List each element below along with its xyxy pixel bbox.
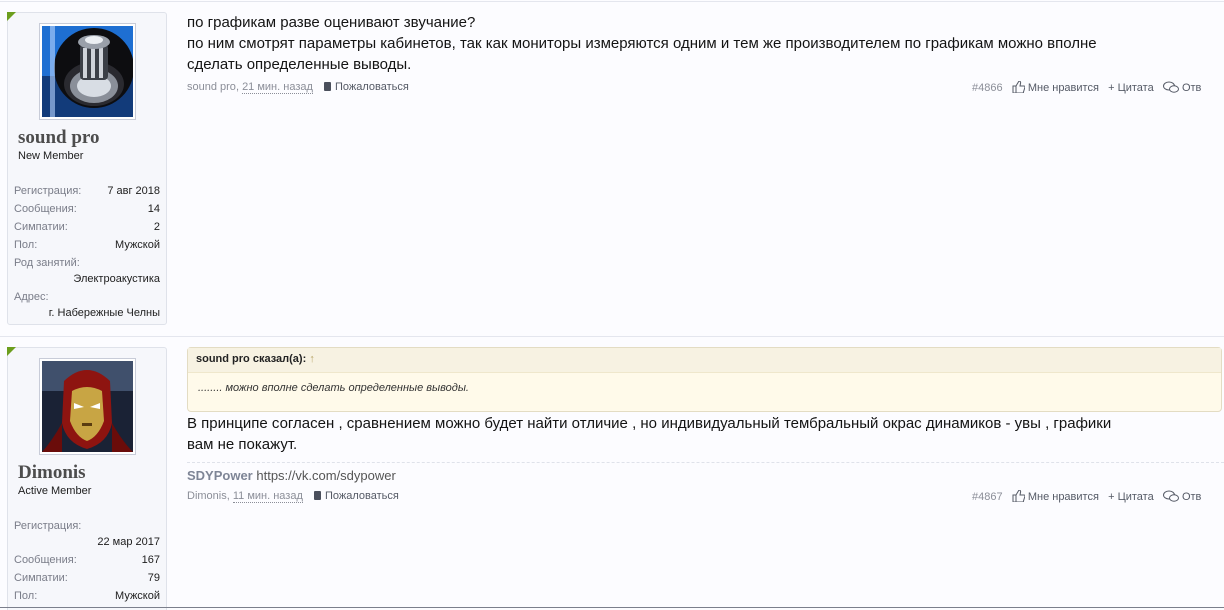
reply-button[interactable]: Отв (1162, 490, 1202, 503)
post-number-link[interactable]: #4867 (972, 491, 1003, 503)
signature-link[interactable]: https://vk.com/sdypower (256, 468, 395, 483)
stat-label: Симпатии: (14, 221, 68, 233)
username[interactable]: sound pro (18, 127, 100, 149)
signature-divider (187, 462, 1224, 463)
stat-address-label: Адрес: (14, 288, 160, 304)
stat-registration-value: 22 мар 2017 (97, 536, 160, 548)
report-link[interactable]: Пожаловаться (313, 490, 399, 502)
stat-value: 2 (153, 221, 160, 233)
stat-label: Пол: (14, 590, 38, 602)
stat-value: 7 авг 2018 (107, 185, 160, 197)
user-info-panel: Dimonis Active Member Регистрация: 22 ма… (7, 347, 167, 610)
stat-messages: Сообщения: 167 (14, 551, 160, 569)
online-indicator (7, 347, 16, 356)
user-info-panel: sound pro New Member Регистрация: 7 авг … (7, 12, 167, 325)
avatar[interactable] (39, 358, 136, 455)
post-meta: sound pro, 21 мин. назад Пожаловаться #4… (187, 80, 1202, 94)
message-line: сделать определенные выводы. (187, 56, 412, 73)
iron-man-avatar-icon (42, 361, 133, 452)
message-line: вам не покажут. (187, 436, 298, 453)
speech-bubbles-icon (1162, 490, 1179, 502)
stat-value[interactable]: 167 (142, 551, 160, 569)
quote-header: sound pro сказал(а): ↑ (188, 348, 1221, 373)
username[interactable]: Dimonis (18, 462, 86, 484)
stat-gender: Пол: Мужской (14, 236, 160, 254)
stat-label: Сообщения: (14, 203, 77, 215)
quote-author: sound pro сказал(а): (196, 353, 307, 365)
stat-likes: Симпатии: 2 (14, 218, 160, 236)
stat-address-value: г. Набережные Челны (48, 307, 160, 319)
stat-label: Род занятий: (14, 257, 80, 269)
avatar[interactable] (39, 23, 136, 120)
user-stats: Регистрация: 7 авг 2018 Сообщения: 14 Си… (14, 182, 160, 322)
report-label: Пожаловаться (324, 490, 399, 502)
stat-label: Регистрация: (14, 520, 82, 532)
report-label: Пожаловаться (334, 81, 409, 93)
stat-value: Мужской (115, 590, 160, 602)
post-time[interactable]: 11 мин. назад (232, 490, 303, 503)
bottom-divider (0, 607, 1224, 608)
reply-label: Отв (1181, 491, 1202, 503)
like-button[interactable]: Мне нравится (1012, 489, 1102, 503)
quote-source-arrow-icon[interactable]: ↑ (309, 353, 315, 365)
top-divider (0, 1, 1224, 2)
message-line: по графикам разве оценивают звучание? (187, 14, 476, 31)
thumbs-up-icon (1012, 80, 1026, 94)
signature: SDYPower https://vk.com/sdypower (187, 468, 396, 483)
like-button[interactable]: Мне нравится (1012, 80, 1102, 94)
speaker-avatar-icon (42, 26, 133, 117)
post-message: В принципе согласен , сравнением можно б… (187, 413, 1224, 455)
stat-value[interactable]: 14 (148, 200, 160, 218)
stat-occupation-value: Электроакустика (73, 273, 160, 285)
stat-label: Симпатии: (14, 572, 68, 584)
stat-gender: Пол: Мужской (14, 587, 160, 605)
post-author-link[interactable]: Dimonis (187, 490, 227, 502)
post-meta: Dimonis, 11 мин. назад Пожаловаться #486… (187, 489, 1202, 503)
post-divider (0, 336, 1224, 337)
report-icon (323, 82, 331, 91)
quote-text: ........ можно вполне сделать определенн… (198, 382, 469, 394)
report-link[interactable]: Пожаловаться (323, 81, 409, 93)
post-author-link[interactable]: sound pro (187, 81, 236, 93)
report-icon (313, 491, 321, 500)
user-stats: Регистрация: 22 мар 2017 Сообщения: 167 … (14, 517, 160, 605)
post-message: по графикам разве оценивают звучание? по… (187, 12, 1224, 75)
stat-occupation-label: Род занятий: (14, 254, 160, 270)
post-number-link[interactable]: #4866 (972, 82, 1003, 94)
thumbs-up-icon (1012, 489, 1026, 503)
post-actions: #4867 Мне нравится + Цитата Отв (972, 489, 1202, 503)
stat-value: Мужской (115, 239, 160, 251)
thread-page: sound pro New Member Регистрация: 7 авг … (0, 0, 1224, 610)
stat-label: Регистрация: (14, 185, 82, 197)
user-title: New Member (18, 150, 84, 162)
stat-label: Сообщения: (14, 554, 77, 566)
stat-registration: Регистрация: 7 авг 2018 (14, 182, 160, 200)
like-label: Мне нравится (1027, 82, 1099, 94)
quote-button[interactable]: + Цитата (1108, 491, 1154, 503)
reply-button[interactable]: Отв (1162, 81, 1202, 94)
reply-label: Отв (1181, 82, 1202, 94)
message-line: по ним смотрят параметры кабинетов, так … (187, 35, 1097, 52)
online-indicator (7, 12, 16, 21)
like-label: Мне нравится (1027, 491, 1099, 503)
stat-likes: Симпатии: 79 (14, 569, 160, 587)
user-title: Active Member (18, 485, 92, 497)
stat-registration-label: Регистрация: (14, 517, 160, 533)
stat-value: 79 (147, 572, 160, 584)
speech-bubbles-icon (1162, 81, 1179, 93)
stat-messages: Сообщения: 14 (14, 200, 160, 218)
quote-block: sound pro сказал(а): ↑ ........ можно вп… (187, 347, 1222, 412)
post-actions: #4866 Мне нравится + Цитата Отв (972, 80, 1202, 94)
post-time[interactable]: 21 мин. назад (242, 81, 313, 94)
stat-label: Адрес: (14, 291, 49, 303)
signature-name: SDYPower (187, 468, 253, 483)
quote-button[interactable]: + Цитата (1108, 82, 1154, 94)
stat-label: Пол: (14, 239, 38, 251)
message-line: В принципе согласен , сравнением можно б… (187, 415, 1112, 432)
